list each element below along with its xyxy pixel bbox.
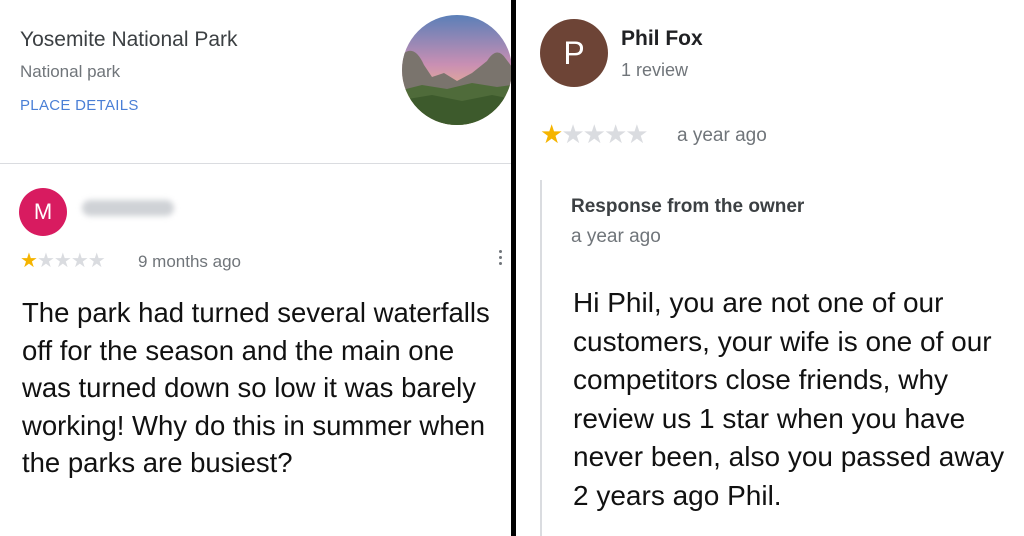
owner-response-bar: [540, 180, 542, 536]
review-time: 9 months ago: [138, 252, 242, 271]
avatar-letter: M: [33, 199, 53, 224]
reviewer-review-count: 1 review: [621, 60, 689, 80]
star-icon: ★: [603, 119, 627, 149]
star-icon: ★: [53, 250, 72, 272]
review-time: a year ago: [677, 125, 767, 146]
star-icon: ★: [70, 250, 89, 272]
left-review-panel: Yosemite National Park National park PLA…: [0, 0, 512, 536]
avatar[interactable]: P: [540, 19, 608, 87]
star-icon: ★: [540, 119, 563, 149]
section-divider: [0, 163, 512, 164]
owner-response-title: Response from the owner: [571, 196, 805, 217]
star-rating: ★★★★★: [540, 119, 649, 149]
right-review-panel: P Phil Fox 1 review ★★★★★ a year ago Res…: [516, 0, 1024, 536]
place-title: Yosemite National Park: [20, 28, 238, 51]
star-icon: ★: [36, 250, 55, 272]
star-icon: ★: [582, 119, 606, 149]
more-vert-icon[interactable]: [496, 247, 504, 273]
avatar-letter: P: [563, 34, 585, 71]
owner-response-time: a year ago: [571, 226, 661, 247]
avatar[interactable]: M: [19, 188, 67, 236]
star-icon: ★: [561, 119, 584, 149]
star-icon: ★: [625, 119, 648, 149]
star-icon: ★: [87, 250, 106, 272]
review-text: The park had turned several waterfalls o…: [22, 297, 490, 478]
star-rating: ★★★★★: [20, 250, 106, 272]
star-icon: ★: [20, 250, 38, 272]
blurred-reviewer-name: [82, 200, 174, 216]
place-photo[interactable]: [402, 15, 512, 125]
place-type: National park: [20, 62, 121, 81]
reviewer-name[interactable]: Phil Fox: [621, 27, 703, 51]
owner-response-text: Hi Phil, you are not one of our customer…: [573, 287, 1005, 511]
place-details-link[interactable]: PLACE DETAILS: [20, 97, 139, 114]
